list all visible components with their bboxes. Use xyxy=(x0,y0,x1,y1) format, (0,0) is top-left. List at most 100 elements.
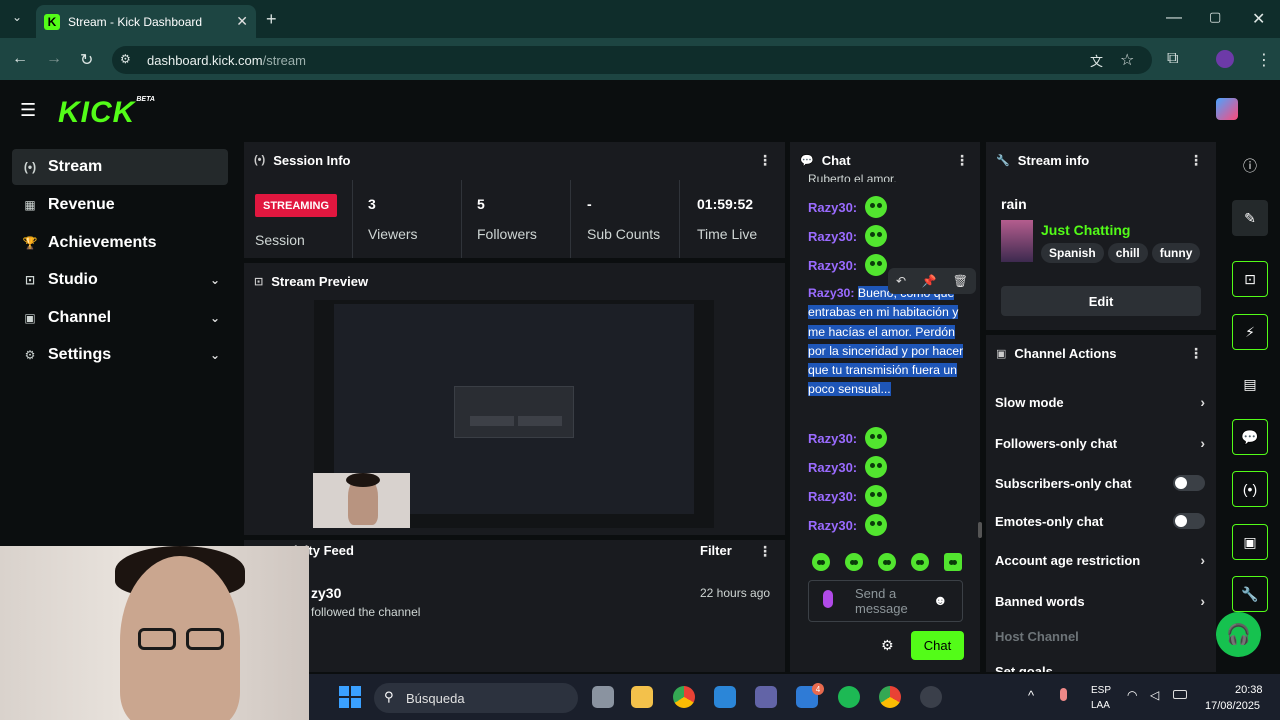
host-channel-item[interactable]: Host Channel xyxy=(995,629,1205,644)
sidebar-item-revenue[interactable]: ▦ Revenue xyxy=(12,187,228,223)
info-icon[interactable]: ⓘ xyxy=(1232,148,1268,184)
chat-message-selected[interactable]: Razy30: Bueno, como que entrabas en mi h… xyxy=(808,284,968,418)
preview-toggle-icon[interactable]: ⊡ xyxy=(1232,261,1268,297)
account-age-restriction-item[interactable]: Account age restriction › xyxy=(995,552,1205,568)
lightning-icon[interactable]: ⚡ xyxy=(1232,314,1268,350)
battery-icon[interactable] xyxy=(1173,690,1187,699)
document-icon[interactable]: ▤ xyxy=(1232,366,1268,402)
keyboard-language-bottom[interactable]: LAA xyxy=(1091,700,1110,711)
emotes-only-toggle[interactable] xyxy=(1173,513,1205,529)
followers-only-chat-item[interactable]: Followers-only chat › xyxy=(995,435,1205,451)
bookmark-star-icon[interactable]: ☆ xyxy=(1120,50,1134,70)
sidebar-item-label: Revenue xyxy=(48,196,115,213)
edit-pencil-icon[interactable]: ✎ xyxy=(1232,200,1268,236)
obs-icon[interactable] xyxy=(920,686,942,708)
vscode-icon[interactable] xyxy=(714,686,736,708)
tab-search-icon[interactable]: ⌄ xyxy=(12,10,22,24)
browser-tab[interactable]: K Stream - Kick Dashboard ✕ xyxy=(36,5,256,38)
activity-filter-button[interactable]: Filter xyxy=(700,543,732,558)
taskbar-search[interactable]: Búsqueda xyxy=(374,683,578,713)
hamburger-menu-icon[interactable]: ☰ xyxy=(20,100,36,121)
chrome-icon[interactable] xyxy=(673,686,695,708)
set-goals-item[interactable]: Set goals xyxy=(995,664,1205,672)
url-input[interactable]: dashboard.kick.com/stream xyxy=(112,46,1152,74)
file-explorer-icon[interactable] xyxy=(631,686,653,708)
chat-settings-icon[interactable]: ⚙ xyxy=(881,637,894,654)
delete-icon[interactable]: 🗑 xyxy=(953,274,968,288)
stream-info-toggle-icon[interactable]: 🔧 xyxy=(1232,576,1268,612)
tag-chill[interactable]: chill xyxy=(1107,243,1148,263)
new-tab-icon[interactable]: + xyxy=(266,9,277,30)
volume-icon[interactable]: ◁ xyxy=(1150,688,1159,702)
sidebar-item-achievements[interactable]: 🏆 Achievements xyxy=(12,225,228,261)
sidebar-item-channel[interactable]: ▣ Channel ⌄ xyxy=(12,300,228,336)
close-tab-icon[interactable]: ✕ xyxy=(236,13,248,30)
back-icon[interactable]: ← xyxy=(12,50,28,68)
minimize-icon[interactable]: — xyxy=(1166,9,1182,27)
extensions-icon[interactable]: ⧉ xyxy=(1167,50,1178,68)
activity-feed-menu-icon[interactable]: ⋮ xyxy=(758,543,772,560)
kick-logo[interactable]: KICKBETA xyxy=(58,96,155,130)
teams-icon[interactable] xyxy=(755,686,777,708)
task-view-icon[interactable] xyxy=(592,686,614,708)
keyboard-language-top[interactable]: ESP xyxy=(1091,685,1111,696)
forward-icon[interactable]: → xyxy=(46,50,62,68)
sidebar-item-settings[interactable]: ⚙ Settings ⌄ xyxy=(12,337,228,373)
user-avatar[interactable] xyxy=(1216,98,1238,120)
chevron-right-icon: › xyxy=(1200,552,1205,568)
clock-time[interactable]: 20:38 xyxy=(1235,684,1263,696)
emote-option-icon[interactable] xyxy=(845,553,863,571)
chat-toggle-icon[interactable]: 💬 xyxy=(1232,419,1268,455)
chat-message[interactable]: Razy30: xyxy=(808,514,888,536)
tray-mic-icon[interactable] xyxy=(1060,688,1067,701)
reload-icon[interactable]: ↻ xyxy=(80,50,93,70)
category-name[interactable]: Just Chatting xyxy=(1041,222,1130,238)
chat-message[interactable]: Razy30: xyxy=(808,225,888,247)
sidebar-item-label: Stream xyxy=(48,158,103,175)
pin-icon[interactable]: 📌 xyxy=(922,274,937,288)
tag-spanish[interactable]: Spanish xyxy=(1041,243,1104,263)
emote-option-icon[interactable] xyxy=(911,553,929,571)
emoji-picker-icon[interactable]: ☻ xyxy=(933,592,948,608)
emote-option-icon[interactable] xyxy=(878,553,896,571)
sidebar-item-studio[interactable]: ⊡ Studio ⌄ xyxy=(12,262,228,298)
tag-funny[interactable]: funny xyxy=(1151,243,1201,263)
chat-message[interactable]: Razy30: xyxy=(808,427,888,449)
chrome-active-icon[interactable] xyxy=(879,686,901,708)
microphone-icon[interactable] xyxy=(823,590,833,608)
wifi-icon[interactable]: ◠ xyxy=(1127,688,1137,702)
chat-message[interactable]: Razy30: xyxy=(808,196,888,218)
maximize-icon[interactable]: ▢ xyxy=(1209,9,1221,25)
clock-date[interactable]: 17/08/2025 xyxy=(1205,700,1260,712)
close-window-icon[interactable]: ✕ xyxy=(1252,9,1265,29)
category-thumbnail[interactable] xyxy=(1001,220,1033,262)
tray-chevron-icon[interactable]: ^ xyxy=(1028,688,1034,703)
banned-words-item[interactable]: Banned words › xyxy=(995,593,1205,609)
chat-message[interactable]: Razy30: xyxy=(808,254,888,276)
emote-option-icon[interactable] xyxy=(944,553,962,571)
channel-actions-toggle-icon[interactable]: ▣ xyxy=(1232,524,1268,560)
support-chat-icon[interactable]: 🎧 xyxy=(1216,612,1261,657)
site-info-icon[interactable]: ⚙ xyxy=(120,52,131,66)
session-info-menu-icon[interactable]: ⋮ xyxy=(758,152,772,169)
reply-icon[interactable]: ↶ xyxy=(896,274,906,288)
emote-option-icon[interactable] xyxy=(812,553,830,571)
chat-scrollbar[interactable] xyxy=(978,522,982,538)
subscribers-only-toggle[interactable] xyxy=(1173,475,1205,491)
chat-bubble-icon: 💬 xyxy=(800,154,814,167)
send-chat-button[interactable]: Chat xyxy=(911,631,964,660)
chat-menu-icon[interactable]: ⋮ xyxy=(955,152,969,169)
chat-message[interactable]: Razy30: xyxy=(808,456,888,478)
stream-info-menu-icon[interactable]: ⋮ xyxy=(1189,152,1203,169)
edit-stream-info-button[interactable]: Edit xyxy=(1001,286,1201,316)
broadcast-toggle-icon[interactable]: (•) xyxy=(1232,471,1268,507)
browser-menu-icon[interactable]: ⋮ xyxy=(1256,50,1272,70)
spotify-icon[interactable] xyxy=(838,686,860,708)
translate-icon[interactable]: 文 xyxy=(1090,51,1103,70)
channel-actions-menu-icon[interactable]: ⋮ xyxy=(1189,345,1203,362)
sidebar-item-stream[interactable]: (•) Stream xyxy=(12,149,228,185)
chat-message[interactable]: Razy30: xyxy=(808,485,888,507)
slow-mode-item[interactable]: Slow mode › xyxy=(995,394,1205,410)
start-button-icon[interactable] xyxy=(339,686,361,708)
profile-avatar[interactable] xyxy=(1216,50,1234,68)
